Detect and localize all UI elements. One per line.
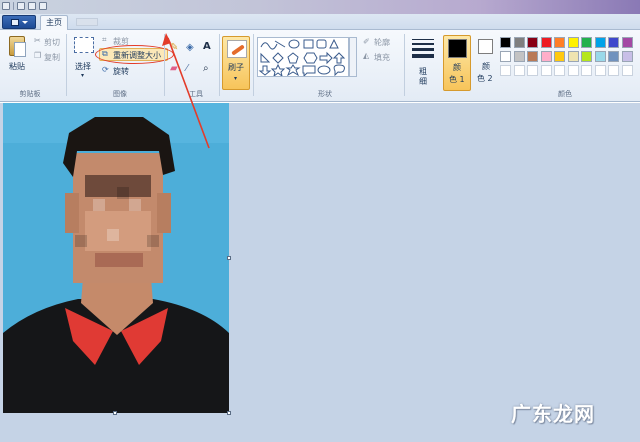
watermark: 广东龙网	[511, 402, 595, 426]
annotation-arrow	[162, 33, 210, 149]
arrow-line	[167, 37, 210, 149]
